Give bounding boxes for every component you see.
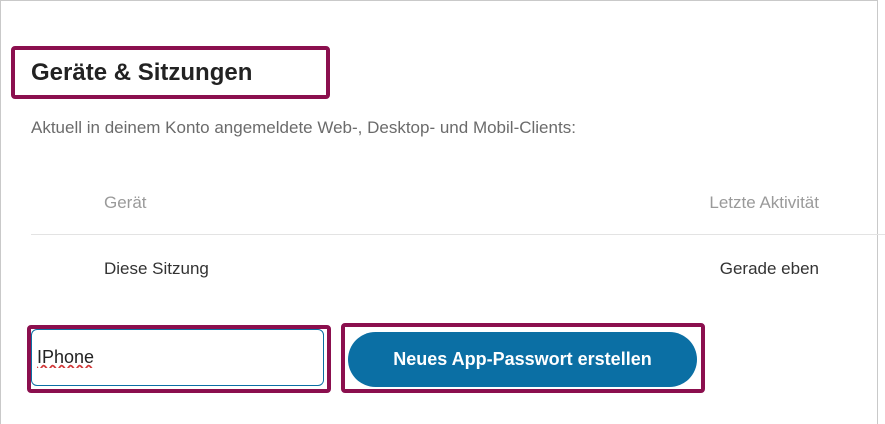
column-header-last-activity: Letzte Aktivität — [709, 193, 819, 212]
session-device-cell: Diese Sitzung — [104, 259, 209, 278]
session-last-activity-cell: Gerade eben — [719, 259, 819, 278]
section-title: Geräte & Sitzungen — [31, 59, 253, 86]
column-header-device: Gerät — [104, 193, 147, 212]
create-app-password-button[interactable]: Neues App-Passwort erstellen — [348, 332, 697, 387]
table-divider — [31, 234, 885, 235]
device-name-input[interactable] — [31, 329, 324, 386]
section-subtitle: Aktuell in deinem Konto angemeldete Web-… — [31, 118, 576, 137]
